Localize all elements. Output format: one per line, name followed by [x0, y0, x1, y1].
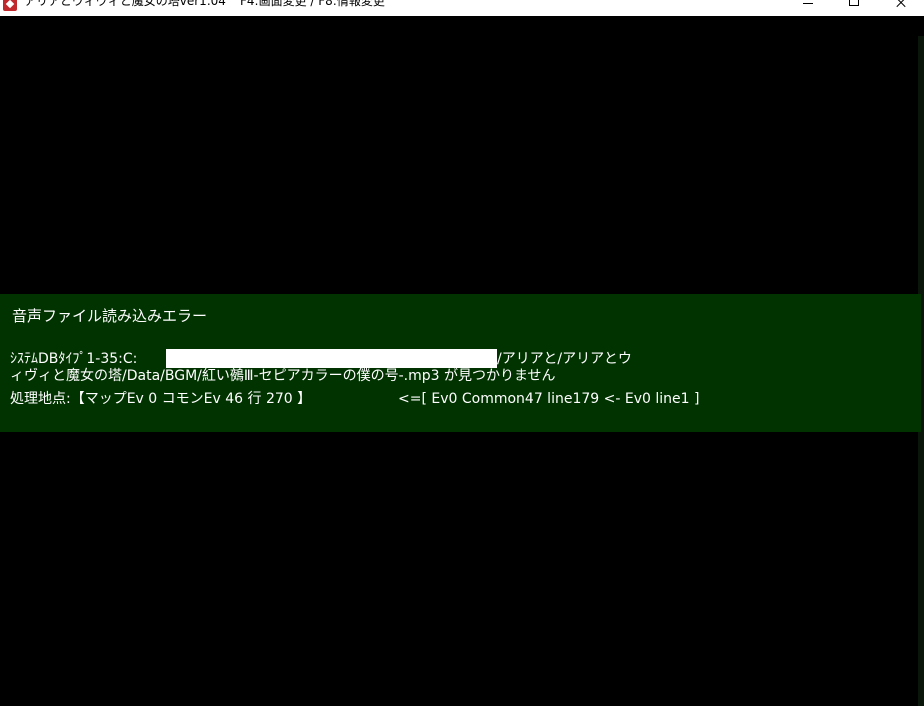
error-file-message: ィヴィと魔女の塔/Data/BGM/紅い鵺Ⅲ-セピアカラーの僕の号-.mp3 が…: [10, 368, 556, 384]
error-title: 音声ファイル読み込みエラー: [12, 307, 208, 325]
error-path-prefix: ｼｽﾃﾑDBﾀｲﾌﾟ1-35:C:: [10, 351, 138, 367]
error-location: 処理地点:【マップEv 0 コモンEv 46 行 270 】: [10, 391, 312, 407]
app-icon: [3, 0, 17, 11]
redacted-path: [166, 349, 497, 368]
window-bottom-edge: [0, 706, 924, 711]
title-hint: F4:画面変更 / F8:情報変更: [240, 0, 385, 8]
window-title: アリアとウィヴィと魔女の塔ver1.04: [24, 0, 226, 8]
error-path-suffix: /アリアと/アリアとウ: [497, 351, 632, 367]
error-panel: 音声ファイル読み込みエラー ｼｽﾃﾑDBﾀｲﾌﾟ1-35:C: /アリアと/アリ…: [0, 294, 921, 432]
maximize-button[interactable]: [831, 0, 877, 16]
minimize-button[interactable]: [785, 0, 831, 16]
close-button[interactable]: [877, 0, 923, 16]
error-trace: <=[ Ev0 Common47 line179 <- Ev0 line1 ]: [398, 391, 700, 407]
title-bar[interactable]: アリアとウィヴィと魔女の塔ver1.04 F4:画面変更 / F8:情報変更: [0, 0, 924, 16]
